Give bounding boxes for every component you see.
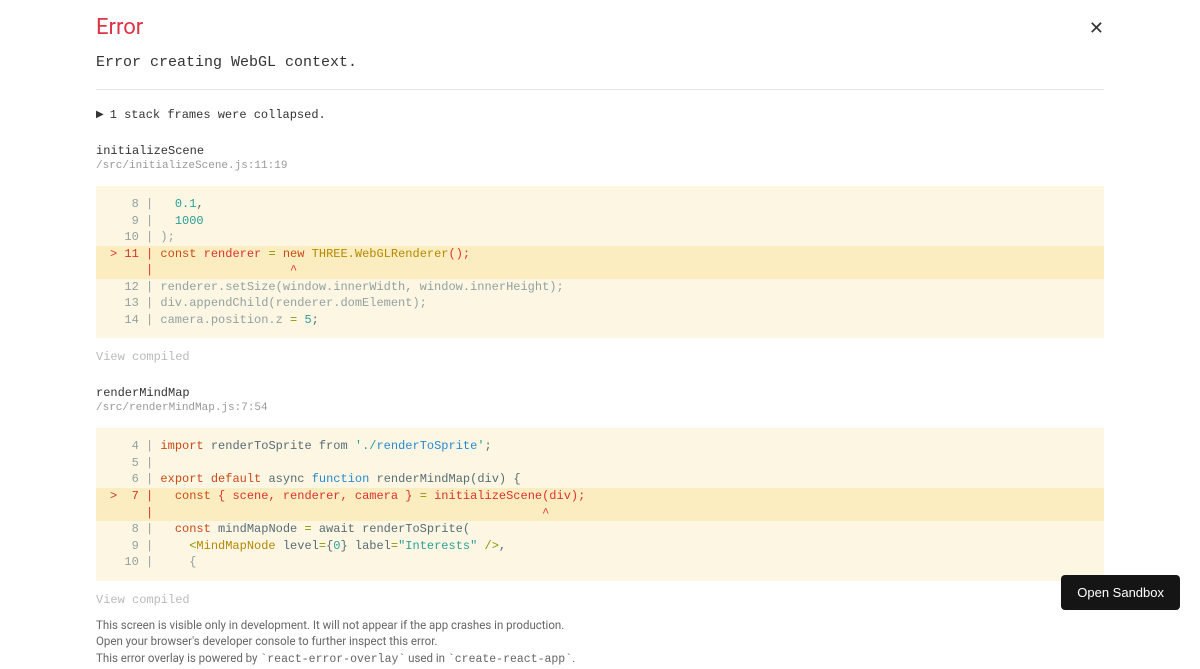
error-title: Error	[96, 15, 1104, 40]
expand-icon: ▶	[96, 109, 104, 121]
frame-function-name: renderMindMap	[96, 386, 1104, 400]
error-message: Error creating WebGL context.	[96, 54, 1104, 71]
close-button[interactable]: ✕	[1089, 19, 1104, 37]
collapsed-frames-toggle[interactable]: ▶ 1 stack frames were collapsed.	[96, 108, 1104, 122]
collapsed-text: 1 stack frames were collapsed.	[110, 108, 326, 122]
view-compiled-link[interactable]: View compiled	[96, 593, 1104, 607]
code-snippet: 4 | import renderToSprite from './render…	[96, 428, 1104, 580]
view-compiled-link[interactable]: View compiled	[96, 350, 1104, 364]
divider	[96, 89, 1104, 90]
frame-location: /src/renderMindMap.js:7:54	[96, 402, 1104, 414]
close-icon: ✕	[1089, 18, 1104, 38]
footer-notes: This screen is visible only in developme…	[96, 617, 1104, 669]
open-sandbox-button[interactable]: Open Sandbox	[1061, 575, 1180, 610]
code-snippet: 8 | 0.1, 9 | 1000 10 | ); > 11 | const r…	[96, 186, 1104, 338]
frame-location: /src/initializeScene.js:11:19	[96, 160, 1104, 172]
frame-function-name: initializeScene	[96, 144, 1104, 158]
